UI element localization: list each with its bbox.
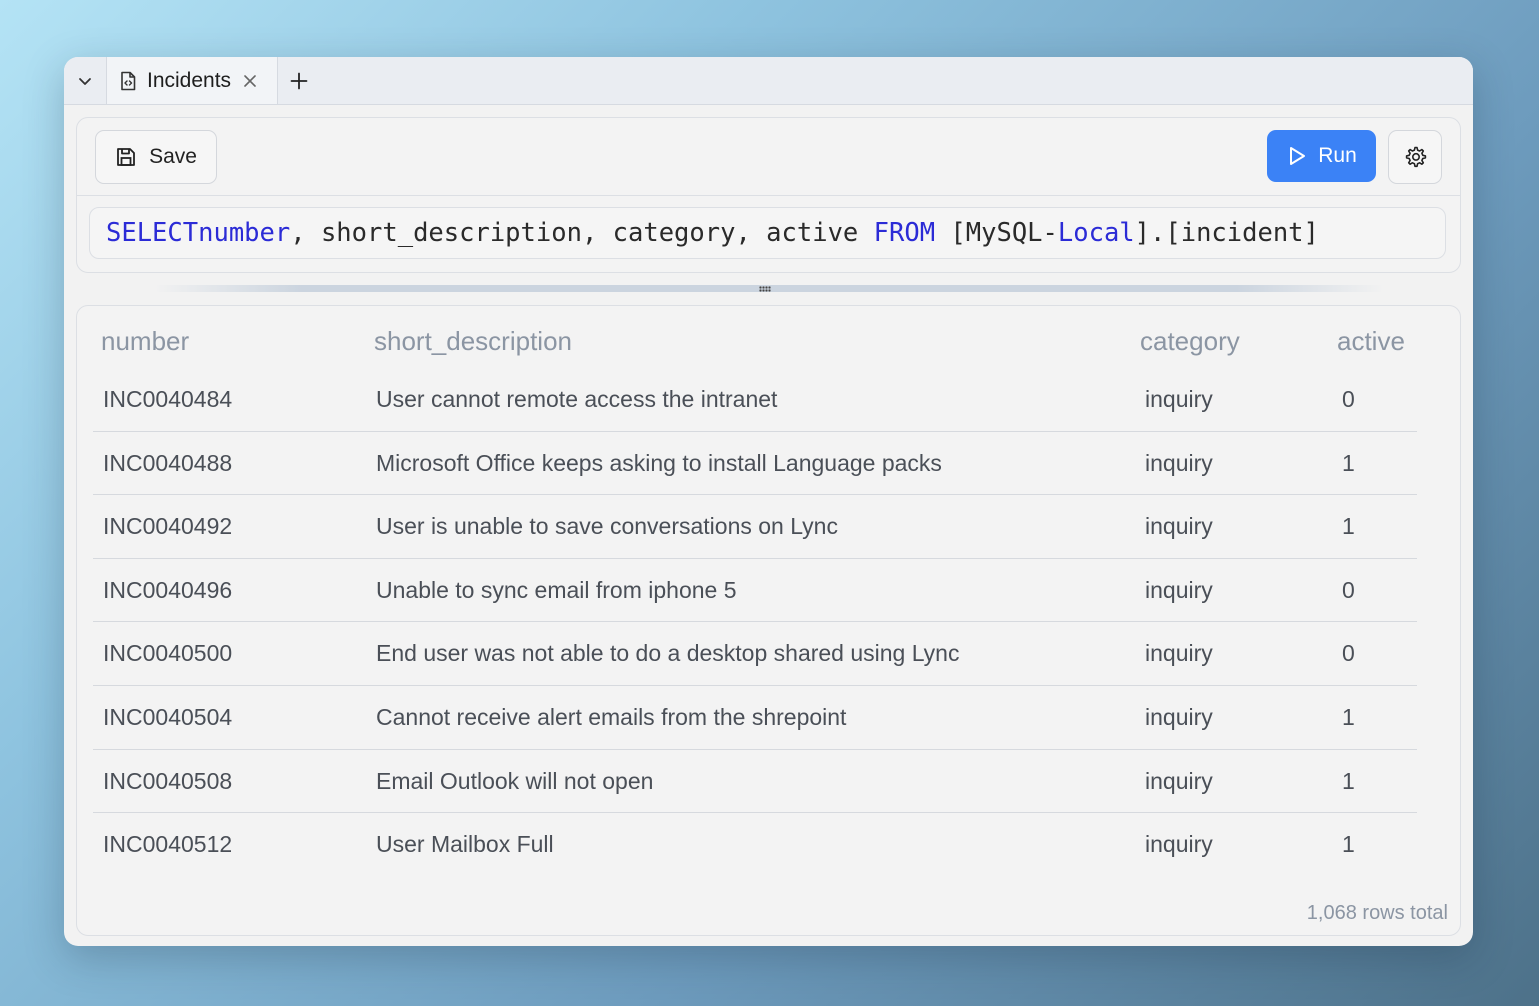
cell-active: 1 [1342, 831, 1355, 858]
cell-number: INC0040504 [103, 703, 233, 730]
cell-category: inquiry [1145, 831, 1213, 858]
cell-number: INC0040500 [103, 640, 233, 667]
cell-short-description: Email Outlook will not open [376, 767, 654, 794]
column-header-active[interactable]: active [1337, 326, 1405, 357]
cell-number: INC0040488 [103, 449, 233, 476]
cell-short-description: Microsoft Office keeps asking to install… [376, 449, 942, 476]
tab-bar: Incidents [64, 57, 1473, 105]
chevron-down-icon [79, 77, 91, 85]
cell-active: 1 [1342, 513, 1355, 540]
column-header-category[interactable]: category [1140, 326, 1240, 357]
sql-query-input[interactable]: SELECT number, short_description, catego… [89, 207, 1446, 259]
table-row[interactable]: INC0040488 Microsoft Office keeps asking… [93, 432, 1417, 496]
table-row[interactable]: INC0040492 User is unable to save conver… [93, 495, 1417, 559]
results-header-row: number short_description category active [77, 326, 1460, 362]
sql-fields-text: , short_description, category, active [290, 218, 874, 248]
tab-close-button[interactable] [243, 74, 257, 88]
query-window: Incidents Save Run SELECT number, short_… [64, 57, 1473, 946]
drag-handle-icon[interactable] [759, 286, 771, 292]
cell-number: INC0040484 [103, 386, 233, 412]
sql-source-open: [MySQL- [935, 218, 1058, 248]
new-tab-button[interactable] [278, 57, 320, 104]
sql-keyword-select: SELECT [106, 218, 199, 248]
table-row[interactable]: INC0040508 Email Outlook will not open i… [93, 750, 1417, 814]
query-editor-panel: Save Run SELECT number, short_descriptio… [76, 117, 1461, 273]
cell-category: inquiry [1145, 449, 1213, 476]
run-button-label: Run [1318, 144, 1357, 167]
cell-short-description: User Mailbox Full [376, 831, 554, 858]
cell-active: 1 [1342, 449, 1355, 476]
table-row[interactable]: INC0040504 Cannot receive alert emails f… [93, 686, 1417, 750]
close-icon [244, 74, 256, 87]
table-row[interactable]: INC0040484 User cannot remote access the… [93, 368, 1417, 432]
cell-short-description: Unable to sync email from iphone 5 [376, 576, 737, 603]
table-row[interactable]: INC0040512 User Mailbox Full inquiry 1 [93, 813, 1417, 876]
cell-number: INC0040508 [103, 767, 233, 794]
cell-active: 0 [1342, 640, 1355, 667]
row-count-footer: 1,068 rows total [1306, 902, 1448, 924]
gear-icon [1405, 146, 1427, 168]
plus-icon [290, 72, 308, 89]
column-header-number[interactable]: number [101, 326, 189, 357]
cell-short-description: User is unable to save conversations on … [376, 513, 838, 540]
sql-source-close: ].[incident] [1134, 218, 1319, 248]
column-header-short-description[interactable]: short_description [374, 326, 572, 357]
cell-category: inquiry [1145, 767, 1213, 794]
cell-number: INC0040496 [103, 576, 233, 603]
save-icon [117, 148, 135, 166]
cell-category: inquiry [1145, 640, 1213, 667]
cell-short-description: End user was not able to do a desktop sh… [376, 640, 960, 667]
results-panel: number short_description category active… [76, 305, 1461, 936]
settings-button[interactable] [1388, 130, 1442, 184]
cell-category: inquiry [1145, 386, 1213, 412]
save-button-label: Save [149, 145, 197, 168]
cell-number: INC0040512 [103, 831, 233, 858]
cell-category: inquiry [1145, 576, 1213, 603]
cell-active: 0 [1342, 386, 1355, 412]
cell-short-description: User cannot remote access the intranet [376, 386, 778, 412]
cell-active: 1 [1342, 767, 1355, 794]
file-code-icon [121, 71, 136, 90]
cell-active: 0 [1342, 576, 1355, 603]
results-rows: INC0040484 User cannot remote access the… [93, 368, 1417, 876]
table-row[interactable]: INC0040500 End user was not able to do a… [93, 622, 1417, 686]
cell-active: 1 [1342, 703, 1355, 730]
cell-category: inquiry [1145, 513, 1213, 540]
sql-field-number: number [198, 218, 291, 248]
cell-short-description: Cannot receive alert emails from the shr… [376, 703, 847, 730]
tab-label: Incidents [147, 68, 232, 92]
sql-keyword-from: FROM [873, 218, 936, 248]
play-icon [1290, 147, 1306, 165]
tab-incidents[interactable]: Incidents [107, 57, 279, 104]
sql-source-local: Local [1057, 218, 1135, 248]
run-button[interactable]: Run [1267, 130, 1376, 182]
tabs-collapse-button[interactable] [64, 57, 107, 104]
table-row[interactable]: INC0040496 Unable to sync email from iph… [93, 559, 1417, 623]
cell-number: INC0040492 [103, 513, 233, 540]
cell-category: inquiry [1145, 703, 1213, 730]
save-button[interactable]: Save [95, 130, 217, 184]
editor-toolbar: Save Run [77, 118, 1460, 196]
